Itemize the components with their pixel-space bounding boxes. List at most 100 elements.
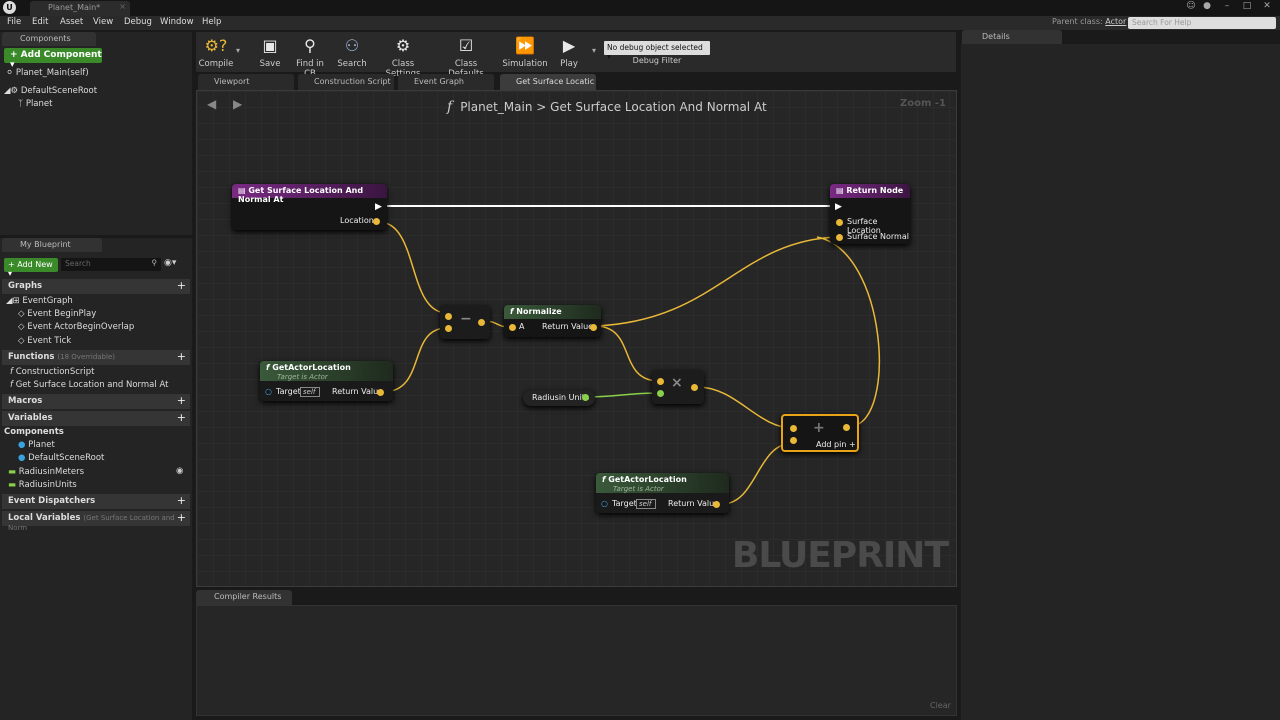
close-window-icon[interactable]: ✕ (1260, 1, 1274, 13)
var-default-scene-root[interactable]: ● DefaultSceneRoot (18, 453, 104, 463)
section-macros[interactable]: Macros + (2, 394, 190, 409)
visibility-eye-icon[interactable]: ◉ (176, 466, 183, 476)
clear-button[interactable]: Clear (930, 701, 951, 710)
section-functions[interactable]: Functions (18 Overridable) + (2, 350, 190, 365)
event-tick[interactable]: ◇ Event Tick (18, 336, 71, 346)
menu-window[interactable]: Window (160, 17, 194, 27)
section-event-dispatchers[interactable]: Event Dispatchers + (2, 494, 190, 509)
add-function-icon[interactable]: + (177, 350, 186, 363)
radius-in-units-node[interactable]: Radiusin Units (523, 390, 595, 406)
add-pin-button[interactable]: Add pin + (816, 440, 856, 449)
multiply-out-pin[interactable] (691, 384, 698, 391)
surface-location-pin[interactable] (836, 219, 843, 226)
event-actor-begin-overlap[interactable]: ◇ Event ActorBeginOverlap (18, 322, 134, 332)
return-value-pin[interactable] (713, 501, 720, 508)
exec-in-pin[interactable]: ▶ (835, 202, 842, 212)
compiler-results-tab[interactable]: Compiler Results (196, 590, 292, 605)
var-radius-in-meters[interactable]: ▬ RadiusinMeters (8, 467, 84, 477)
multiply-in-b-pin[interactable] (657, 390, 664, 397)
compile-options-chevron-icon[interactable]: ▾ (236, 46, 240, 55)
subtract-node[interactable]: − (440, 305, 490, 339)
compile-button[interactable]: ⚙? Compile (198, 32, 234, 72)
class-defaults-button[interactable]: ☑Class Defaults (438, 32, 494, 79)
add-variable-icon[interactable]: + (177, 411, 186, 424)
get-actor-location-node-2[interactable]: f GetActorLocation Target is Actor ○ Tar… (596, 473, 729, 513)
section-graphs[interactable]: Graphs + (2, 279, 190, 294)
save-button[interactable]: ▣ Save (254, 32, 286, 72)
exec-out-pin[interactable]: ▶ (375, 202, 382, 212)
multiply-in-a-pin[interactable] (657, 378, 664, 385)
get-actor-location-node-1[interactable]: f GetActorLocation Target is Actor ○ Tar… (260, 361, 393, 401)
tab-event-graph[interactable]: Event Graph (398, 74, 494, 90)
target-pin[interactable]: ○ (265, 387, 272, 396)
add-new-button[interactable]: + Add New ▾ (4, 258, 58, 278)
search-button[interactable]: ⚇ Search (334, 32, 370, 72)
location-pin[interactable] (373, 218, 380, 225)
graph-event-graph[interactable]: ◢⊞ EventGraph (6, 296, 73, 306)
normalize-node[interactable]: f Normalize A Return Value (504, 305, 601, 337)
parent-class-link[interactable]: Actor (1105, 17, 1126, 26)
subtract-in-a-pin[interactable] (445, 313, 452, 320)
var-radius-in-units[interactable]: ▬ RadiusinUnits (8, 480, 77, 490)
play-button[interactable]: ▶ Play (552, 32, 586, 72)
subtract-out-pin[interactable] (478, 319, 485, 326)
tab-construction-script[interactable]: Construction Script (298, 74, 394, 90)
function-get-surface-location[interactable]: f Get Surface Location and Normal At (10, 380, 168, 390)
feedback-icon[interactable]: ☺ (1184, 1, 1198, 13)
maximize-icon[interactable]: □ (1240, 1, 1254, 13)
radius-out-pin[interactable] (582, 394, 589, 401)
menu-view[interactable]: View (93, 17, 113, 27)
event-begin-play[interactable]: ◇ Event BeginPlay (18, 309, 96, 319)
tab-viewport[interactable]: Viewport (198, 74, 294, 90)
document-tab[interactable]: Planet_Main* × (30, 1, 130, 16)
add-out-pin[interactable] (843, 424, 850, 431)
simulation-button[interactable]: ⏩ Simulation (502, 32, 548, 72)
target-pin[interactable]: ○ (601, 499, 608, 508)
compiler-results-panel (196, 605, 957, 716)
add-node[interactable]: + Add pin + (781, 414, 859, 452)
component-default-scene-root[interactable]: ◢⚙ DefaultSceneRoot (4, 86, 97, 96)
menu-asset[interactable]: Asset (60, 17, 83, 27)
add-component-button[interactable]: + Add Component ▾ (4, 48, 102, 70)
class-settings-button[interactable]: ⚙Class Settings (376, 32, 430, 79)
add-in-b-pin[interactable] (790, 437, 797, 444)
return-node[interactable]: ▤ Return Node ▶ Surface Location Surface… (830, 184, 910, 244)
menu-help[interactable]: Help (202, 17, 221, 27)
add-in-a-pin[interactable] (790, 425, 797, 432)
tab-get-surface-location[interactable]: Get Surface Locatic (500, 74, 596, 90)
function-construction-script[interactable]: f ConstructionScript (10, 367, 94, 377)
close-icon[interactable]: × (119, 2, 126, 11)
multiply-node[interactable]: × (652, 370, 704, 404)
components-tab[interactable]: Components (2, 32, 96, 46)
section-local-variables[interactable]: Local Variables (Get Surface Location an… (2, 511, 190, 532)
variables-components-group[interactable]: Components (4, 427, 64, 437)
blueprint-graph[interactable]: ◀ ▶ f Planet_Main > Get Surface Location … (196, 90, 957, 587)
add-graph-icon[interactable]: + (177, 279, 186, 292)
add-local-variable-icon[interactable]: + (177, 511, 186, 524)
component-self[interactable]: ⚪ Planet_Main(self) (6, 68, 89, 78)
find-in-cb-button[interactable]: ⚲Find in CB (290, 32, 330, 79)
view-options-icon[interactable]: ◉▾ (164, 258, 186, 271)
surface-normal-pin[interactable] (836, 234, 843, 241)
add-macro-icon[interactable]: + (177, 394, 186, 407)
minimize-icon[interactable]: – (1220, 1, 1234, 13)
my-blueprint-tab[interactable]: My Blueprint (2, 238, 102, 252)
component-planet[interactable]: ᛉ Planet (18, 99, 52, 109)
var-planet[interactable]: ● Planet (18, 440, 55, 450)
menu-debug[interactable]: Debug (124, 17, 152, 27)
debug-object-select[interactable]: No debug object selected ▾ (604, 41, 710, 61)
blueprint-search-input[interactable]: Search ⚲ (61, 258, 161, 271)
subtract-in-b-pin[interactable] (445, 325, 452, 332)
play-options-chevron-icon[interactable]: ▾ (592, 46, 596, 55)
details-tab[interactable]: Details (962, 30, 1062, 44)
menu-edit[interactable]: Edit (32, 17, 48, 27)
function-entry-node[interactable]: ▤ Get Surface Location And Normal At ▶ L… (232, 184, 387, 230)
menu-file[interactable]: File (7, 17, 21, 27)
normalize-in-pin[interactable] (509, 324, 516, 331)
status-icon[interactable]: ● (1200, 1, 1214, 13)
add-dispatcher-icon[interactable]: + (177, 494, 186, 507)
return-value-pin[interactable] (377, 389, 384, 396)
section-variables[interactable]: Variables + (2, 411, 190, 426)
help-search-input[interactable]: Search For Help (1128, 17, 1276, 29)
normalize-out-pin[interactable] (590, 324, 597, 331)
